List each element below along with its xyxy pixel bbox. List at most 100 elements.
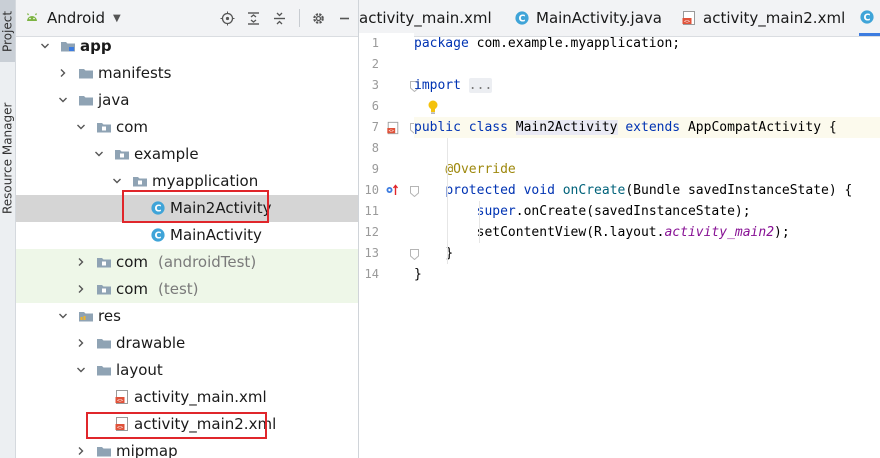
editor-tab[interactable]: <> activity_main2.xml (681, 0, 859, 36)
code-line: setContentView(R.layout.activity_main2); (476, 225, 790, 240)
svg-text:<>: <> (117, 398, 123, 404)
code-line-current: public class Main2Activity extends AppCo… (414, 117, 880, 138)
code-line: } (445, 246, 454, 261)
code-area[interactable]: package com.example.myapplication; impor… (414, 33, 880, 458)
tree-item-drawable[interactable]: drawable (16, 330, 358, 357)
code-line (414, 96, 880, 117)
code-line: protected void onCreate(Bundle savedInst… (445, 183, 853, 198)
project-panel: Android ▼ app manifests java com example myap… (16, 0, 359, 458)
gear-icon[interactable] (310, 10, 326, 26)
java-class-icon: C (514, 10, 530, 26)
editor-tab[interactable]: C (859, 0, 880, 36)
chevron-right-icon[interactable] (74, 336, 88, 350)
res-folder-icon (78, 308, 94, 324)
tree-item-label: myapplication (152, 172, 259, 190)
module-icon (60, 38, 76, 54)
svg-text:C: C (519, 14, 526, 25)
folder-icon (78, 92, 94, 108)
package-icon (114, 146, 130, 162)
tree-item-label: example (134, 145, 199, 163)
tree-item-label: com (116, 118, 149, 136)
svg-text:C: C (155, 231, 162, 242)
indent-guide (479, 201, 480, 243)
package-icon (96, 254, 112, 270)
lightbulb-icon[interactable] (426, 99, 440, 115)
tree-item-app[interactable]: app (16, 33, 358, 60)
line-number: 10 (364, 183, 379, 197)
chevron-down-icon[interactable] (74, 120, 88, 134)
project-tree: app manifests java com example myapplication C… (16, 33, 358, 458)
tree-item-label: mipmap (116, 442, 178, 458)
chevron-down-icon[interactable] (38, 39, 52, 53)
tree-item-label: activity_main2.xml (134, 415, 277, 433)
folder-icon (96, 335, 112, 351)
hide-panel-icon[interactable] (336, 10, 352, 26)
chevron-down-icon[interactable]: ▼ (113, 13, 121, 24)
editor-tab-bar: activity_main.xml C MainActivity.java <> act… (359, 0, 880, 37)
chevron-down-icon[interactable] (74, 363, 88, 377)
tree-item-main2activity[interactable]: C Main2Activity (16, 195, 358, 222)
project-tool-tab[interactable]: Project (0, 0, 15, 62)
line-number: 12 (364, 225, 379, 239)
editor-gutter: 1 2 3 6 7 8 9 10 11 12 13 14 <> (359, 33, 419, 458)
tree-item-mipmap[interactable]: mipmap (16, 438, 358, 458)
tree-item-label: res (98, 307, 121, 325)
toolbar-divider (299, 9, 300, 27)
code-editor: activity_main.xml C MainActivity.java <> act… (359, 0, 880, 458)
java-class-icon: C (150, 227, 166, 243)
line-number: 11 (364, 204, 379, 218)
chevron-down-icon[interactable] (56, 93, 70, 107)
package-icon (96, 281, 112, 297)
xml-file-icon: <> (114, 416, 130, 432)
chevron-down-icon[interactable] (56, 309, 70, 323)
java-class-icon: C (150, 200, 166, 216)
folded-imports[interactable]: ... (468, 78, 493, 93)
tree-item-label: activity_main.xml (134, 388, 267, 406)
chevron-right-icon[interactable] (74, 282, 88, 296)
code-line: import ... (414, 78, 493, 93)
tree-item-example[interactable]: example (16, 141, 358, 168)
editor-tab[interactable]: activity_main.xml (359, 0, 514, 36)
tree-item-suffix: (androidTest) (158, 253, 257, 271)
folder-icon (78, 65, 94, 81)
tree-item-label: Main2Activity (170, 199, 272, 217)
editor-tab[interactable]: C MainActivity.java (514, 0, 681, 36)
chevron-right-icon[interactable] (56, 66, 70, 80)
tree-item-manifests[interactable]: manifests (16, 60, 358, 87)
android-icon (27, 13, 37, 21)
line-number: 2 (371, 57, 379, 71)
java-class-icon: C (859, 9, 875, 25)
line-number: 1 (371, 36, 379, 50)
tree-item-com[interactable]: com (test) (16, 276, 358, 303)
code-line: super.onCreate(savedInstanceState); (476, 204, 751, 219)
target-icon[interactable] (219, 10, 235, 26)
expand-all-icon[interactable] (245, 10, 261, 26)
chevron-down-icon[interactable] (110, 174, 124, 188)
related-layout-icon[interactable]: <> (386, 121, 400, 135)
tree-item-activity-main-xml[interactable]: <> activity_main.xml (16, 384, 358, 411)
line-number: 3 (371, 78, 379, 92)
tree-item-java[interactable]: java (16, 87, 358, 114)
view-selector-label[interactable]: Android (47, 9, 105, 27)
override-method-icon[interactable] (385, 183, 399, 197)
chevron-down-icon[interactable] (92, 147, 106, 161)
svg-text:C: C (155, 204, 162, 215)
tree-item-mainactivity[interactable]: C MainActivity (16, 222, 358, 249)
code-line: } (414, 267, 422, 282)
package-icon (96, 119, 112, 135)
chevron-right-icon[interactable] (74, 255, 88, 269)
resource-manager-tool-tab[interactable]: Resource Manager (0, 88, 15, 228)
tree-item-label: java (98, 91, 130, 109)
collapse-all-icon[interactable] (271, 10, 287, 26)
tree-item-res[interactable]: res (16, 303, 358, 330)
tree-item-label: layout (116, 361, 163, 379)
tree-item-com[interactable]: com (androidTest) (16, 249, 358, 276)
package-icon (132, 173, 148, 189)
tree-item-myapplication[interactable]: myapplication (16, 168, 358, 195)
line-number: 14 (364, 267, 379, 281)
tree-item-com[interactable]: com (16, 114, 358, 141)
chevron-right-icon[interactable] (74, 444, 88, 458)
tree-item-activity-main2-xml[interactable]: <> activity_main2.xml (16, 411, 358, 438)
tree-item-layout[interactable]: layout (16, 357, 358, 384)
line-number: 6 (371, 99, 379, 113)
